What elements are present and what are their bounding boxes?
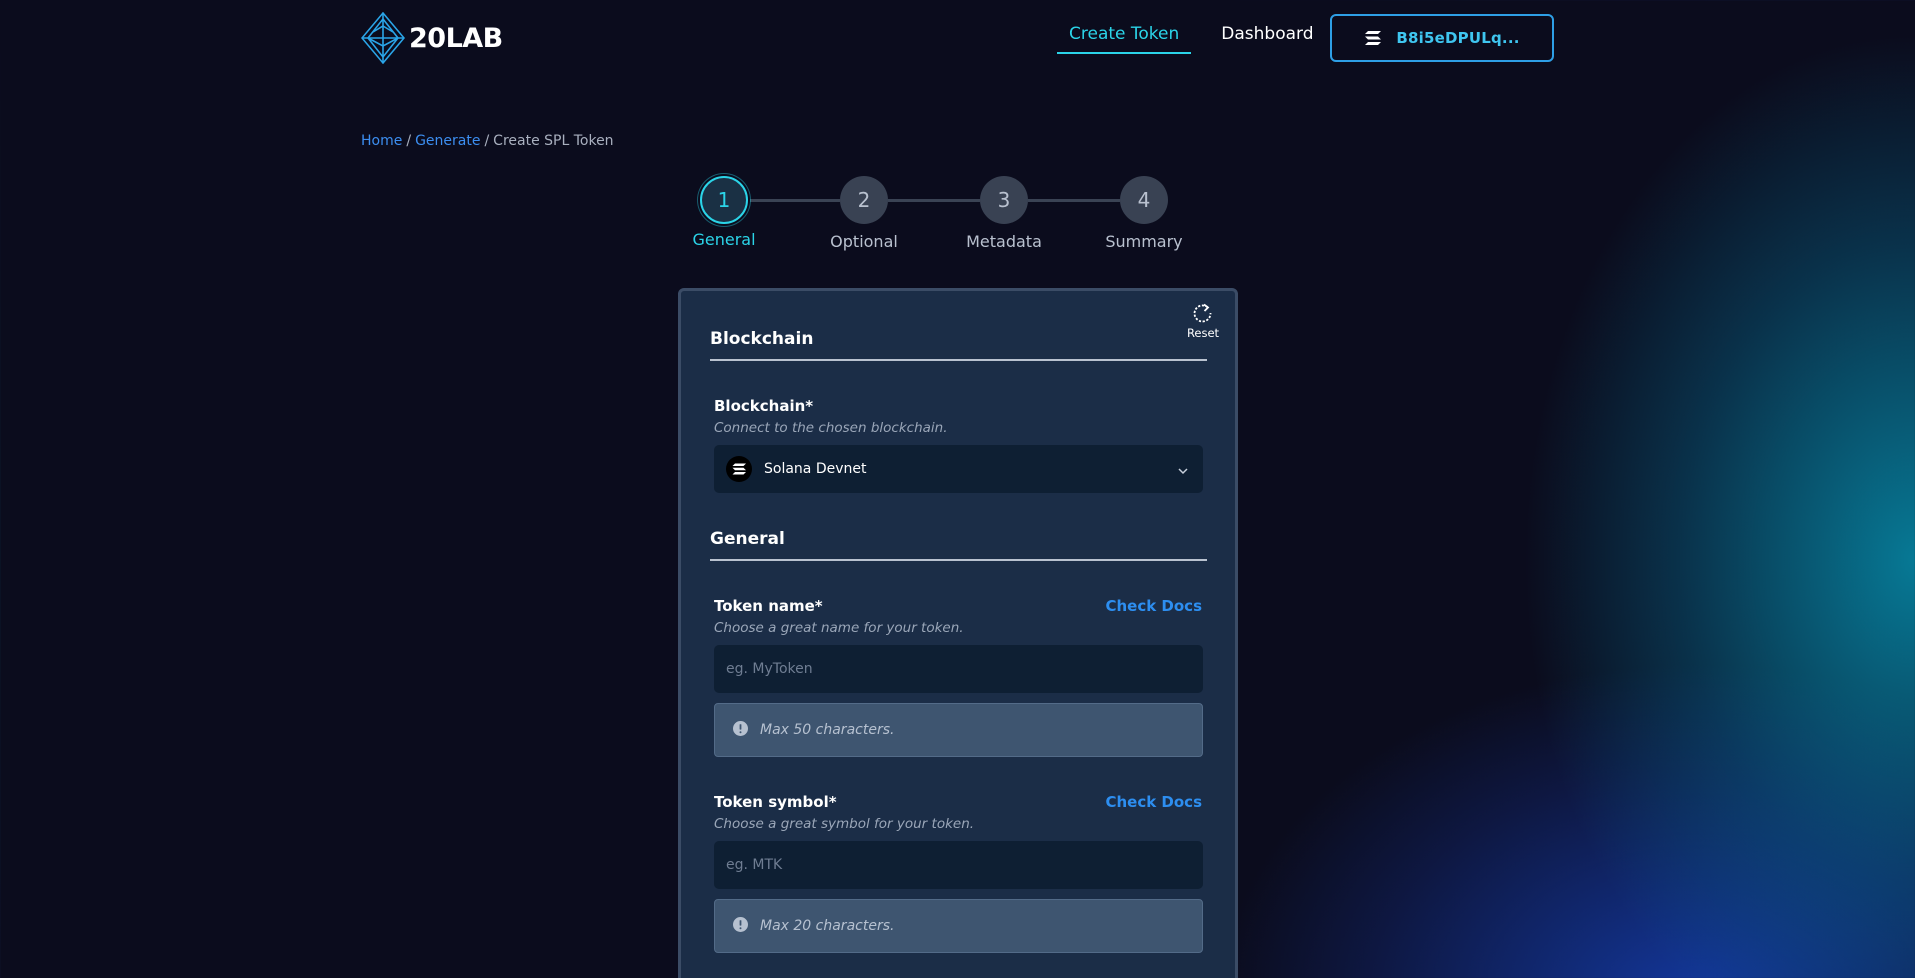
step-label: Optional [830, 232, 898, 251]
info-icon [733, 916, 748, 936]
token-form-card: Reset Blockchain Blockchain* Connect to … [678, 288, 1238, 978]
info-icon [733, 720, 748, 740]
step-number: 3 [980, 176, 1028, 224]
wallet-button[interactable]: B8i5eDPULq... [1330, 14, 1554, 62]
blockchain-selected-value: Solana Devnet [764, 461, 867, 477]
logo-text: 20LAB [409, 22, 503, 54]
diamond-logo-icon [361, 12, 405, 64]
wallet-address: B8i5eDPULq... [1396, 29, 1520, 47]
blockchain-label: Blockchain* [714, 397, 814, 415]
chevron-down-icon [1177, 462, 1189, 481]
logo[interactable]: 20LAB [361, 12, 503, 64]
breadcrumb-generate[interactable]: Generate [415, 133, 480, 149]
step-optional[interactable]: 2 Optional [804, 176, 924, 251]
breadcrumb-separator: / [484, 133, 490, 149]
step-label: General [692, 230, 756, 249]
section-title-general: General [710, 529, 1207, 561]
step-number: 4 [1120, 176, 1168, 224]
step-summary[interactable]: 4 Summary [1084, 176, 1204, 251]
step-label: Summary [1105, 232, 1183, 251]
nav-create-token[interactable]: Create Token [1057, 14, 1192, 54]
token-symbol-note: Max 20 characters. [714, 899, 1203, 953]
token-name-note: Max 50 characters. [714, 703, 1203, 757]
token-symbol-docs-link[interactable]: Check Docs [1105, 793, 1202, 811]
token-name-input[interactable] [714, 645, 1203, 693]
breadcrumb-current: Create SPL Token [493, 133, 614, 149]
step-label: Metadata [966, 232, 1042, 251]
step-number: 2 [840, 176, 888, 224]
token-symbol-note-text: Max 20 characters. [760, 918, 895, 934]
breadcrumb: Home / Generate / Create SPL Token [361, 133, 614, 149]
token-name-note-text: Max 50 characters. [760, 722, 895, 738]
top-header: 20LAB Create Token Dashboard B8i5eDPULq.… [0, 0, 1915, 76]
solana-icon [726, 456, 752, 482]
main-nav: Create Token Dashboard [1057, 14, 1326, 54]
token-name-hint: Choose a great name for your token. [714, 620, 964, 636]
blockchain-hint: Connect to the chosen blockchain. [714, 420, 948, 436]
token-name-docs-link[interactable]: Check Docs [1105, 597, 1202, 615]
progress-stepper: 1 General 2 Optional 3 Metadata 4 Summar… [692, 176, 1220, 256]
solana-icon [1364, 29, 1382, 47]
step-number: 1 [700, 176, 748, 224]
breadcrumb-separator: / [406, 133, 412, 149]
blockchain-select[interactable]: Solana Devnet [714, 445, 1203, 493]
step-general[interactable]: 1 General [664, 176, 784, 249]
refresh-icon [1183, 303, 1223, 325]
token-name-label: Token name* [714, 597, 823, 615]
token-symbol-input[interactable] [714, 841, 1203, 889]
token-symbol-label: Token symbol* [714, 793, 837, 811]
token-symbol-hint: Choose a great symbol for your token. [714, 816, 975, 832]
breadcrumb-home[interactable]: Home [361, 133, 402, 149]
step-metadata[interactable]: 3 Metadata [944, 176, 1064, 251]
nav-dashboard[interactable]: Dashboard [1209, 14, 1325, 52]
section-title-blockchain: Blockchain [710, 329, 1207, 361]
